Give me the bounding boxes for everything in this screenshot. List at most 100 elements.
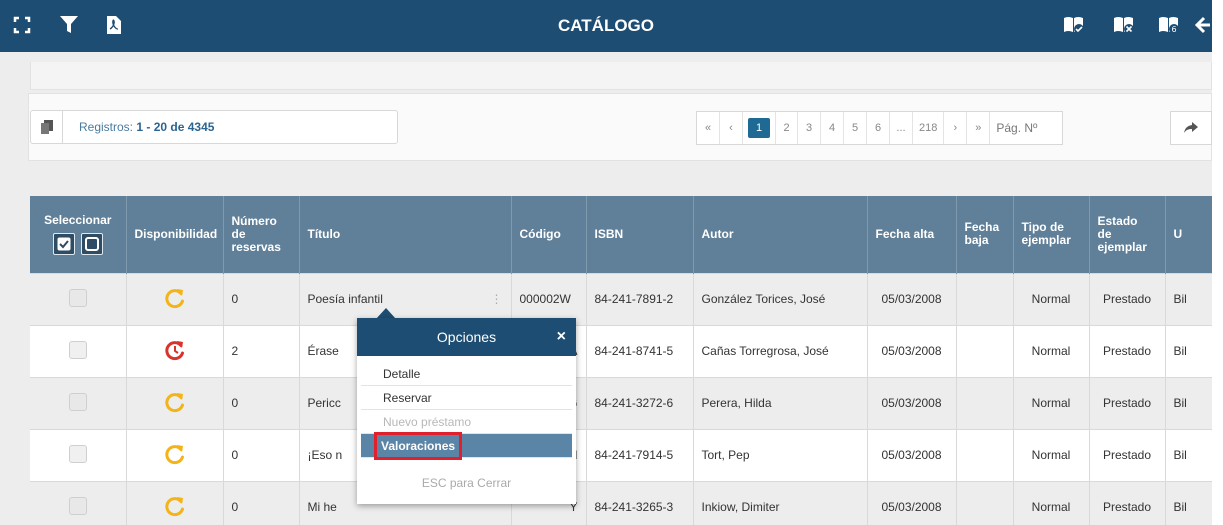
table-row[interactable]: 0¡Eso nM84-241-7914-5Tort, Pep05/03/2008… <box>30 428 1212 481</box>
col-estado-label: Estado de ejemplar <box>1097 213 1147 254</box>
cell-alta-text: 05/03/2008 <box>881 396 942 410</box>
copy-button[interactable] <box>31 111 63 143</box>
col-u[interactable]: U <box>1165 196 1212 273</box>
table-row[interactable]: 0 Poesía infantil ⋮ 000002W 84-241-7891-2 Gon… <box>30 272 1212 325</box>
page-number-input[interactable]: Pág. Nº <box>990 112 1062 144</box>
pager-next[interactable]: › <box>944 112 968 144</box>
pager-page-last[interactable]: 218 <box>913 112 945 144</box>
row-menu-icon[interactable]: ⋮ <box>491 292 503 306</box>
menu-item-reservar[interactable]: Reservar <box>361 386 572 410</box>
close-button[interactable]: × <box>557 318 566 356</box>
cell-estado-text: Prestado <box>1102 396 1152 410</box>
cell-autor-text: Tort, Pep <box>701 448 750 462</box>
menu-item-detalle[interactable]: Detalle <box>361 362 572 386</box>
pager-last[interactable]: » <box>967 112 991 144</box>
pdf-button[interactable] <box>98 8 130 42</box>
col-disponibilidad[interactable]: Disponibilidad <box>126 196 224 273</box>
pager-ellipsis: ... <box>890 112 913 144</box>
row-checkbox[interactable] <box>68 392 87 411</box>
cell-reservas-text: 2 <box>231 344 239 358</box>
cell-codigo-text: 000002W <box>519 292 571 306</box>
col-fecha-baja[interactable]: Fecha baja <box>956 196 1014 273</box>
col-isbn[interactable]: ISBN <box>586 196 694 273</box>
cell-tipo-text: Normal <box>1031 292 1071 306</box>
cell-availability <box>126 272 224 325</box>
cell-availability <box>126 428 224 481</box>
cell-select <box>30 272 127 325</box>
table-row[interactable]: 0 Mi he Y 84-241-3265-3 Inkiow, Dimiter 05/03… <box>30 480 1212 525</box>
cell-baja <box>956 376 1014 429</box>
cell-u: Bil <box>1165 272 1212 325</box>
filter-button[interactable] <box>53 8 85 42</box>
top-bar: CATÁLOGO 6 <box>0 0 1212 52</box>
cell-estado-text: Prestado <box>1102 500 1152 515</box>
col-autor[interactable]: Autor <box>693 196 868 273</box>
cell-reservas-text: 0 <box>231 448 239 462</box>
cell-alta: 05/03/2008 <box>867 324 957 377</box>
filter-icon <box>60 16 78 33</box>
frame-edge <box>1212 0 1223 525</box>
catalog-table: Seleccionar Disponibilidad Número de res… <box>30 196 1212 525</box>
pager-page-1[interactable]: 1 <box>748 118 770 138</box>
cell-isbn-text: 84-241-7891-2 <box>594 292 674 306</box>
share-arrow-icon <box>1184 122 1198 133</box>
table-row[interactable]: 0PericcG84-241-3272-6Perera, Hilda05/03/… <box>30 376 1212 429</box>
col-reservas[interactable]: Número de reservas <box>223 196 300 273</box>
col-seleccionar: Seleccionar <box>30 196 127 273</box>
book-cancel-button[interactable] <box>1108 8 1140 42</box>
cell-estado: Prestado <box>1089 324 1166 377</box>
col-estado-ejemplar[interactable]: Estado de ejemplar <box>1089 196 1166 273</box>
pager-page-5[interactable]: 5 <box>844 112 867 144</box>
go-to-page-button[interactable] <box>1170 111 1212 145</box>
row-checkbox[interactable] <box>68 340 87 359</box>
cell-tipo-text: Normal <box>1031 344 1071 358</box>
cell-u: Bil <box>1165 324 1212 377</box>
cell-tipo-text: Normal <box>1031 448 1071 462</box>
cell-titulo-text: Érase <box>307 344 339 358</box>
col-titulo[interactable]: Título <box>299 196 512 273</box>
pager-prev[interactable]: ‹ <box>720 112 743 144</box>
cell-tipo: Normal <box>1013 376 1090 429</box>
cell-isbn-text: 84-241-3272-6 <box>594 396 674 410</box>
menu-item-valoraciones[interactable]: Valoraciones <box>361 432 572 460</box>
pager: « ‹ 1 2 3 4 5 6 ... 218 › » Pág. Nº <box>696 111 1064 145</box>
pager-page-6[interactable]: 6 <box>867 112 890 144</box>
col-tipo-ejemplar[interactable]: Tipo de ejemplar <box>1013 196 1090 273</box>
cell-titulo-text: Pericc <box>307 396 341 410</box>
cell-estado: Prestado <box>1089 480 1166 525</box>
cell-availability <box>126 480 224 525</box>
cell-tipo: Normal <box>1013 480 1090 525</box>
svg-text:6: 6 <box>1171 25 1176 34</box>
menu-item-valoraciones-label: Valoraciones <box>374 432 463 460</box>
col-fecha-alta[interactable]: Fecha alta <box>867 196 957 273</box>
select-all-button[interactable] <box>52 232 75 255</box>
col-codigo[interactable]: Código <box>511 196 587 273</box>
row-checkbox[interactable] <box>68 288 87 307</box>
checkbox-checked-icon <box>57 237 71 251</box>
book-number-button[interactable]: 6 <box>1153 8 1185 42</box>
row-checkbox[interactable] <box>68 496 87 515</box>
table-row[interactable]: 2ÉraseA84-241-8741-5Cañas Torregrosa, Jo… <box>30 324 1212 377</box>
cell-baja <box>956 428 1014 481</box>
fullscreen-button[interactable] <box>6 8 38 42</box>
reserved-refresh-icon <box>164 340 184 360</box>
col-reservas-label: Número de reservas <box>231 213 281 254</box>
pager-page-3[interactable]: 3 <box>798 112 821 144</box>
cell-isbn: 84-241-8741-5 <box>586 324 694 377</box>
book-check-button[interactable] <box>1058 8 1090 42</box>
pager-page-2[interactable]: 2 <box>775 112 798 144</box>
cell-reservas: 2 <box>223 324 300 377</box>
cell-alta-text: 05/03/2008 <box>881 344 942 358</box>
copy-icon <box>40 120 53 134</box>
pager-first[interactable]: « <box>697 112 720 144</box>
deselect-all-button[interactable] <box>80 232 103 255</box>
app-frame: CATÁLOGO 6 Registros: 1 - 20 de 4345 « ‹… <box>0 0 1212 525</box>
back-button[interactable] <box>1190 8 1212 42</box>
records-summary: Registros: 1 - 20 de 4345 <box>30 110 398 144</box>
cell-u-text: Bil <box>1173 292 1187 306</box>
cell-reservas: 0 <box>223 428 300 481</box>
pager-page-4[interactable]: 4 <box>821 112 844 144</box>
cell-alta: 05/03/2008 <box>867 428 957 481</box>
row-checkbox[interactable] <box>68 444 87 463</box>
cell-autor: González Torices, José <box>693 272 868 325</box>
